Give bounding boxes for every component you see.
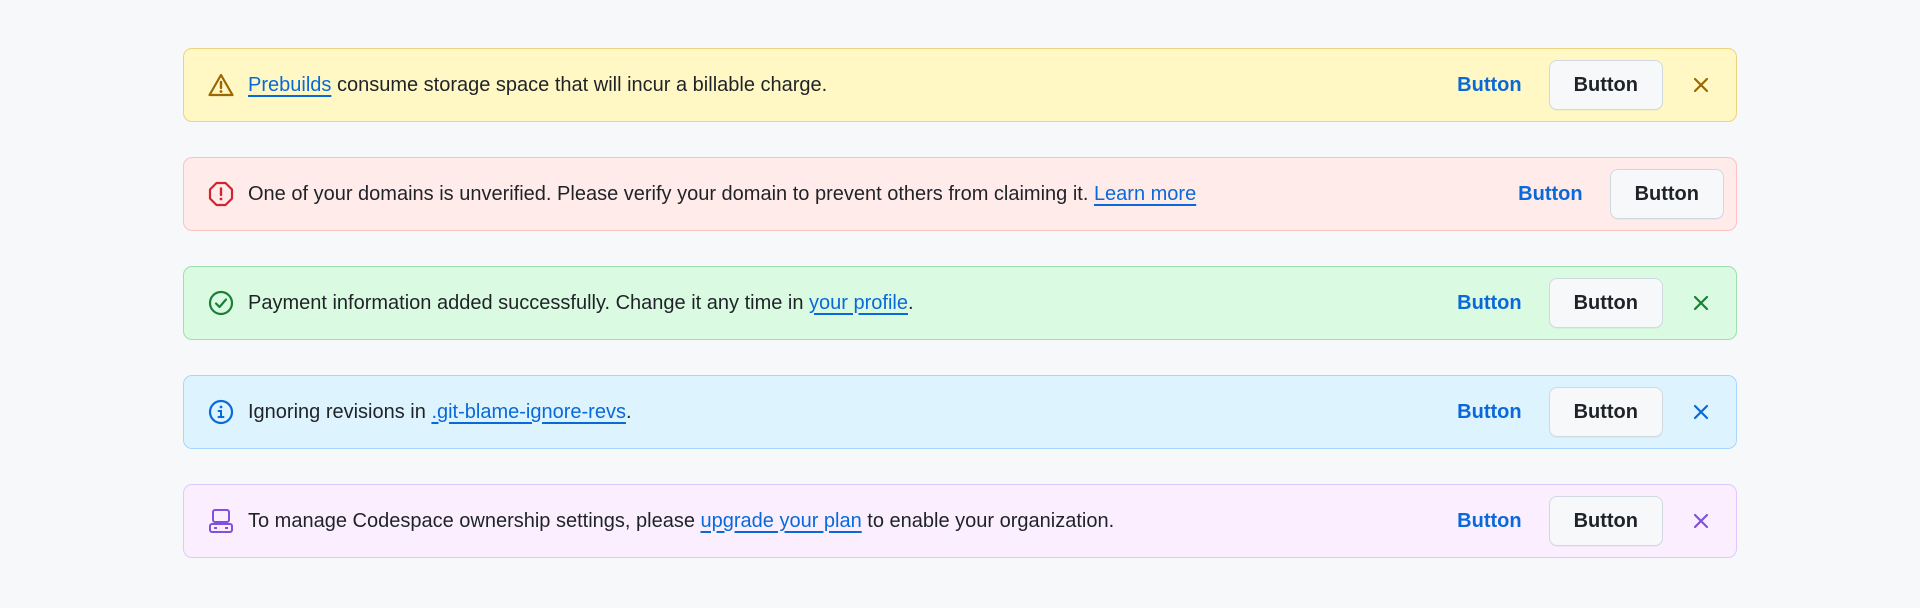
info-icon <box>208 399 234 425</box>
banner-upsell: To manage Codespace ownership settings, … <box>183 484 1737 558</box>
message-text: To manage Codespace ownership settings, … <box>248 509 701 532</box>
message-text: consume storage space that will incur a … <box>331 73 828 96</box>
banner-message: One of your domains is unverified. Pleas… <box>248 183 1518 206</box>
primary-action-button[interactable]: Button <box>1518 183 1582 206</box>
message-text: Ignoring revisions in <box>248 400 432 423</box>
banner-message: Payment information added successfully. … <box>248 292 1457 315</box>
alert-triangle-icon <box>208 72 234 98</box>
message-text: One of your domains is unverified. Pleas… <box>248 182 1094 205</box>
secondary-action-button[interactable]: Button <box>1548 60 1663 110</box>
message-text: to enable your organization. <box>861 509 1115 532</box>
message-text: Payment information added successfully. … <box>248 291 810 314</box>
server-icon <box>208 508 234 534</box>
banner-message: Ignoring revisions in .git-blame-ignore-… <box>248 401 1457 424</box>
banner-message: Prebuilds consume storage space that wil… <box>248 74 1457 97</box>
banner-actions: Button Button <box>1457 387 1716 437</box>
secondary-action-button[interactable]: Button <box>1609 169 1724 219</box>
message-link[interactable]: Learn more <box>1094 183 1196 205</box>
message-text: . <box>625 400 632 423</box>
close-icon[interactable] <box>1686 70 1716 100</box>
primary-action-button[interactable]: Button <box>1457 74 1521 97</box>
primary-action-button[interactable]: Button <box>1457 401 1521 424</box>
message-text: . <box>907 291 914 314</box>
close-icon[interactable] <box>1686 288 1716 318</box>
secondary-action-button[interactable]: Button <box>1548 278 1663 328</box>
message-link[interactable]: upgrade your plan <box>701 510 862 532</box>
banner-actions: Button Button <box>1457 496 1716 546</box>
banner-actions: Button Button <box>1518 169 1724 219</box>
banner-actions: Button Button <box>1457 278 1716 328</box>
primary-action-button[interactable]: Button <box>1457 292 1521 315</box>
secondary-action-button[interactable]: Button <box>1548 387 1663 437</box>
check-circle-icon <box>208 290 234 316</box>
banner-success: Payment information added successfully. … <box>183 266 1737 340</box>
banner-actions: Button Button <box>1457 60 1716 110</box>
message-link[interactable]: .git-blame-ignore-revs <box>431 401 626 423</box>
secondary-action-button[interactable]: Button <box>1548 496 1663 546</box>
banner-critical: One of your domains is unverified. Pleas… <box>183 157 1737 231</box>
close-icon[interactable] <box>1686 506 1716 536</box>
primary-action-button[interactable]: Button <box>1457 510 1521 533</box>
close-icon[interactable] <box>1686 397 1716 427</box>
stop-octagon-icon <box>208 181 234 207</box>
banner-message: To manage Codespace ownership settings, … <box>248 510 1457 533</box>
message-link[interactable]: Prebuilds <box>248 74 331 96</box>
banner-warning: Prebuilds consume storage space that wil… <box>183 48 1737 122</box>
message-link[interactable]: your profile <box>809 292 908 314</box>
banner-info: Ignoring revisions in .git-blame-ignore-… <box>183 375 1737 449</box>
